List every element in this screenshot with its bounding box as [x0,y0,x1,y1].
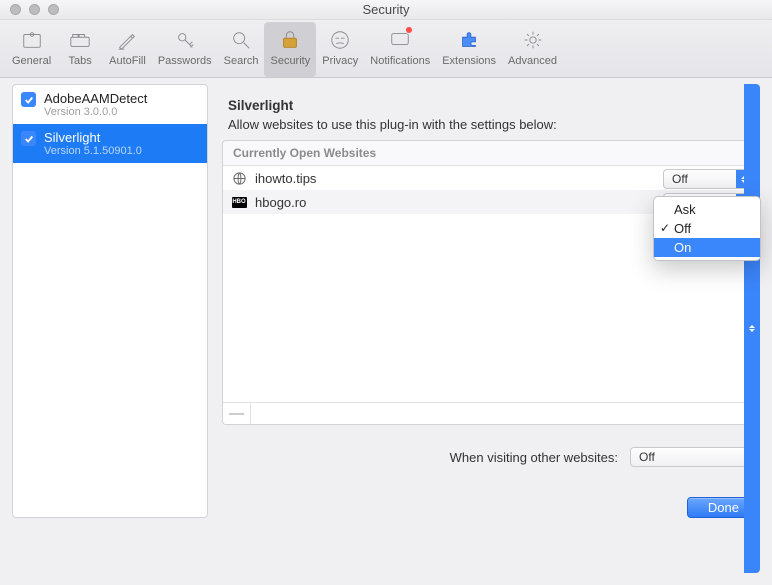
toolbar-label-privacy: Privacy [322,55,358,67]
menu-item-ask[interactable]: Ask [654,200,760,219]
advanced-icon [520,27,546,53]
privacy-icon [327,27,353,53]
website-row[interactable]: HBO hbogo.ro Off Ask Off On [223,190,759,214]
toolbar-passwords[interactable]: Passwords [152,22,218,77]
toolbar-label-search: Search [224,55,259,67]
select-value: Off [672,172,688,186]
toolbar-label-notifications: Notifications [370,55,430,67]
toolbar-tabs[interactable]: Tabs [57,22,103,77]
permission-menu: Ask Off On [653,196,761,261]
toolbar-notifications[interactable]: Notifications [364,22,436,77]
notification-badge-icon [405,26,413,34]
detail-heading: Silverlight [222,84,760,117]
plugin-list: AdobeAAMDetect Version 3.0.0.0 Silverlig… [12,84,208,518]
menu-item-on[interactable]: On [654,238,760,257]
toolbar-label-general: General [12,55,51,67]
general-icon [19,27,45,53]
toolbar-general[interactable]: General [6,22,57,77]
site-favicon-icon [231,170,247,186]
toolbar-label-security: Security [270,55,310,67]
notifications-icon [387,27,413,53]
passwords-icon [172,27,198,53]
toolbar-autofill[interactable]: AutoFill [103,22,152,77]
website-host: hbogo.ro [255,195,306,210]
menu-item-off[interactable]: Off [654,219,760,238]
titlebar: Security [0,0,772,20]
extensions-icon [456,27,482,53]
toolbar-label-passwords: Passwords [158,55,212,67]
website-permission-select[interactable]: Off [663,169,753,189]
plugin-row-adobeaamdetect[interactable]: AdobeAAMDetect Version 3.0.0.0 [13,85,207,124]
toolbar-advanced[interactable]: Advanced [502,22,563,77]
toolbar-label-tabs: Tabs [69,55,92,67]
toolbar-search[interactable]: Search [218,22,265,77]
website-row[interactable]: ihowto.tips Off [223,166,759,190]
plugin-checkbox[interactable] [21,92,36,107]
table-body: ihowto.tips Off HBO hbogo.ro Off [223,166,759,402]
other-websites-select[interactable]: Off [630,447,760,467]
other-websites-label: When visiting other websites: [450,450,618,465]
toolbar-extensions[interactable]: Extensions [436,22,502,77]
plugin-checkbox[interactable] [21,131,36,146]
toolbar-label-advanced: Advanced [508,55,557,67]
plugin-version: Version 5.1.50901.0 [44,145,142,157]
preferences-toolbar: General Tabs AutoFill Passwords Search [0,20,772,78]
plugin-row-silverlight[interactable]: Silverlight Version 5.1.50901.0 [13,124,207,163]
website-host: ihowto.tips [255,171,316,186]
plugin-name: Silverlight [44,130,142,145]
remove-website-button[interactable]: — [223,403,251,424]
toolbar-label-extensions: Extensions [442,55,496,67]
toolbar-security[interactable]: Security [264,22,316,77]
search-icon [228,27,254,53]
select-value: Off [639,450,655,464]
plugin-version: Version 3.0.0.0 [44,106,147,118]
tabs-icon [67,27,93,53]
preferences-window: Security General Tabs AutoFill Password [0,0,772,585]
stepper-arrows-icon [744,84,760,573]
table-header: Currently Open Websites [223,141,759,166]
plugin-detail: Silverlight Allow websites to use this p… [222,84,760,573]
site-favicon-icon: HBO [231,194,247,210]
window-title: Security [0,2,772,17]
security-icon [277,27,303,53]
websites-table: Currently Open Websites ihowto.tips Off [222,140,760,425]
toolbar-label-autofill: AutoFill [109,55,146,67]
detail-subheading: Allow websites to use this plug-in with … [222,117,760,140]
autofill-icon [114,27,140,53]
toolbar-privacy[interactable]: Privacy [316,22,364,77]
plugin-name: AdobeAAMDetect [44,91,147,106]
